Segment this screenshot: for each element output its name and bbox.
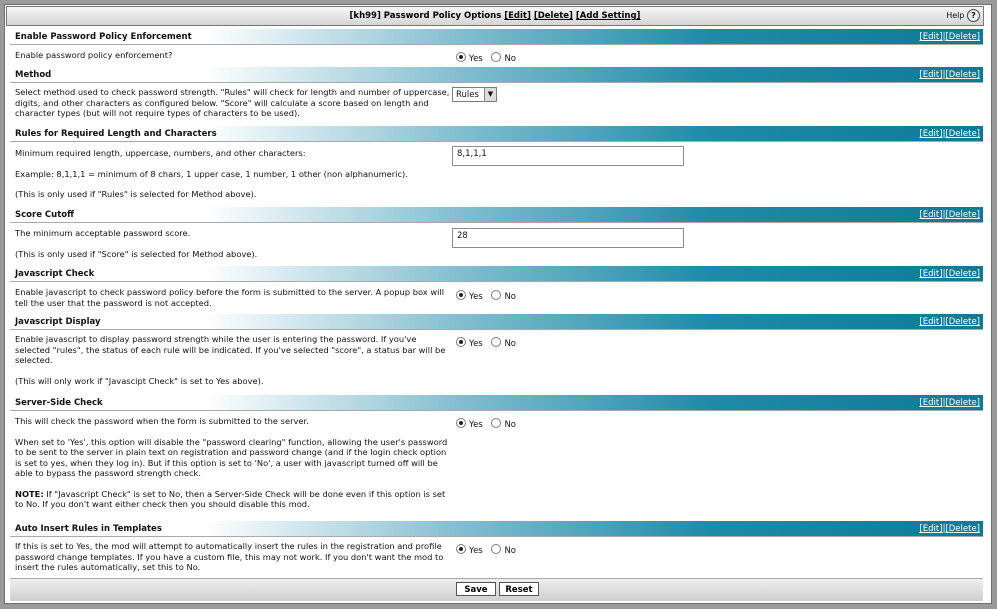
help-icon[interactable]: ? [967, 9, 980, 22]
score-input[interactable]: 28 [452, 228, 684, 248]
section-edit-link[interactable]: [Edit] [919, 269, 942, 279]
section-body-js-display: Enable javascript to display password st… [10, 330, 983, 394]
help-link[interactable]: Help ? [946, 9, 980, 22]
section-header-enable: Enable Password Policy Enforcement [Edit… [10, 29, 983, 45]
section-edit-link[interactable]: [Edit] [919, 70, 942, 80]
section-edit-link[interactable]: [Edit] [919, 129, 942, 139]
title-delete-link[interactable]: [Delete] [534, 11, 573, 21]
no-radio[interactable] [491, 544, 502, 554]
section-title: Javascript Check [15, 269, 95, 279]
section-title: Enable Password Policy Enforcement [15, 32, 192, 42]
form-footer: Save Reset [10, 578, 983, 601]
section-body-rules: Minimum required length, uppercase, numb… [10, 142, 983, 206]
enable-radio-group: Yes No [456, 52, 522, 64]
page-title: [kh99] Password Policy Options [Edit] [D… [7, 11, 983, 21]
section-description: Enable password policy enforcement? [15, 50, 173, 60]
section-note: NOTE: If "Javascript Check" is set to No… [15, 488, 446, 510]
section-delete-link[interactable]: [Delete] [945, 210, 980, 220]
section-delete-link[interactable]: [Delete] [945, 524, 980, 534]
section-body-js-check: Enable javascript to check password poli… [10, 282, 983, 313]
section-title: Rules for Required Length and Characters [15, 129, 217, 139]
save-button[interactable]: Save [456, 582, 496, 596]
no-radio[interactable] [491, 52, 502, 62]
auto-insert-radio-group: Yes No [456, 544, 522, 556]
section-body-auto-insert: If this is set to Yes, the mod will atte… [10, 537, 983, 578]
section-edit-link[interactable]: [Edit] [919, 210, 942, 220]
yes-radio[interactable] [456, 52, 466, 62]
no-radio[interactable] [491, 290, 502, 300]
server-check-radio-group: Yes No [456, 418, 522, 430]
section-description: Enable javascript to check password poli… [15, 287, 445, 308]
section-edit-link[interactable]: [Edit] [919, 317, 942, 327]
section-description: Enable javascript to display password st… [15, 334, 446, 386]
section-body-method: Select method used to check password str… [10, 83, 983, 126]
section-delete-link[interactable]: [Delete] [945, 317, 980, 327]
no-radio[interactable] [491, 337, 502, 347]
section-edit-link[interactable]: [Edit] [919, 524, 942, 534]
js-display-radio-group: Yes No [456, 337, 522, 349]
section-delete-link[interactable]: [Delete] [945, 269, 980, 279]
method-select[interactable]: Rules ▼ [452, 87, 497, 102]
yes-radio[interactable] [456, 337, 466, 347]
title-edit-link[interactable]: [Edit] [504, 11, 531, 21]
section-title: Server-Side Check [15, 398, 103, 408]
section-delete-link[interactable]: [Delete] [945, 32, 980, 42]
section-description: Minimum required length, uppercase, numb… [15, 148, 408, 199]
no-radio[interactable] [491, 418, 502, 428]
section-description: This will check the password when the fo… [15, 416, 451, 510]
title-add-setting-link[interactable]: [Add Setting] [576, 11, 641, 21]
section-header-auto-insert: Auto Insert Rules in Templates [Edit]|[D… [10, 521, 983, 537]
section-body-server-check: This will check the password when the fo… [10, 411, 983, 520]
section-title: Score Cutoff [15, 210, 74, 220]
section-description: Select method used to check password str… [15, 87, 450, 118]
section-header-score: Score Cutoff [Edit]|[Delete] [10, 207, 983, 223]
section-header-server-check: Server-Side Check [Edit]|[Delete] [10, 395, 983, 411]
title-name: [kh99] Password Policy Options [349, 11, 502, 21]
section-body-enable: Enable password policy enforcement? Yes … [10, 45, 983, 67]
section-title: Auto Insert Rules in Templates [15, 524, 162, 534]
section-title: Javascript Display [15, 317, 101, 327]
chevron-down-icon[interactable]: ▼ [484, 88, 496, 101]
section-title: Method [15, 70, 52, 80]
section-body-score: The minimum acceptable password score. (… [10, 223, 983, 266]
section-description: The minimum acceptable password score. (… [15, 228, 258, 259]
yes-radio[interactable] [456, 418, 466, 428]
yes-radio[interactable] [456, 290, 466, 300]
title-bar: [kh99] Password Policy Options [Edit] [D… [6, 6, 984, 26]
section-description: If this is set to Yes, the mod will atte… [15, 541, 444, 572]
section-header-js-check: Javascript Check [Edit]|[Delete] [10, 266, 983, 282]
section-delete-link[interactable]: [Delete] [945, 129, 980, 139]
section-header-js-display: Javascript Display [Edit]|[Delete] [10, 314, 983, 330]
reset-button[interactable]: Reset [499, 582, 539, 596]
section-edit-link[interactable]: [Edit] [919, 398, 942, 408]
js-check-radio-group: Yes No [456, 290, 522, 302]
section-header-method: Method [Edit]|[Delete] [10, 67, 983, 83]
section-delete-link[interactable]: [Delete] [945, 398, 980, 408]
method-select-value: Rules [456, 90, 479, 100]
rules-input[interactable]: 8,1,1,1 [452, 146, 684, 166]
section-delete-link[interactable]: [Delete] [945, 70, 980, 80]
section-edit-link[interactable]: [Edit] [919, 32, 942, 42]
help-label: Help [946, 11, 965, 20]
yes-radio[interactable] [456, 544, 466, 554]
section-header-rules: Rules for Required Length and Characters… [10, 126, 983, 142]
